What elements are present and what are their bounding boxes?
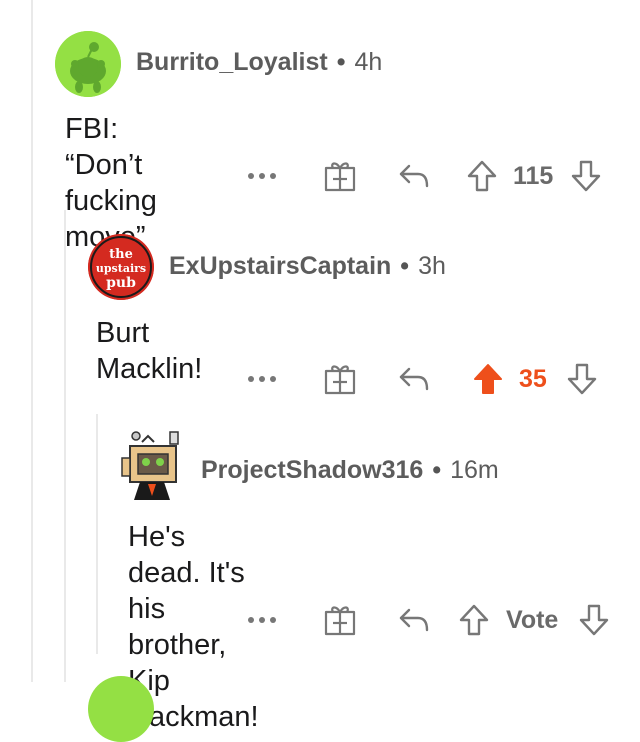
comment-meta: ProjectShadow316 • 16m xyxy=(201,456,499,485)
award-button[interactable] xyxy=(320,359,360,399)
upvote-arrow-icon xyxy=(459,604,489,636)
upvote-arrow-filled-icon xyxy=(474,364,502,394)
score: 35 xyxy=(519,365,547,393)
vote-label: Vote xyxy=(506,606,559,634)
meta-separator: • xyxy=(400,252,410,280)
gift-icon xyxy=(324,162,356,192)
comment-meta: ExUpstairsCaptain • 3h xyxy=(169,252,446,281)
downvote-arrow-icon xyxy=(567,363,597,395)
more-options-button[interactable] xyxy=(240,600,284,640)
more-dots-icon xyxy=(248,173,276,179)
upstairs-pub-avatar-icon[interactable]: the upstairs pub xyxy=(88,234,154,300)
meta-separator: • xyxy=(336,48,346,76)
timestamp: 3h xyxy=(418,252,446,280)
more-options-button[interactable] xyxy=(240,359,284,399)
reply-arrow-icon xyxy=(399,608,429,632)
score: 115 xyxy=(513,162,554,190)
downvote-arrow-icon xyxy=(571,160,601,192)
upvote-button[interactable] xyxy=(456,600,492,640)
thread-line-root[interactable] xyxy=(31,0,33,682)
reply-button[interactable] xyxy=(394,600,434,640)
comment-actions: Vote xyxy=(0,600,640,640)
username[interactable]: ExUpstairsCaptain xyxy=(169,252,391,281)
reply-button[interactable] xyxy=(394,156,434,196)
upvote-button-active[interactable] xyxy=(470,359,506,399)
award-button[interactable] xyxy=(320,600,360,640)
avatar-text-pub: pub xyxy=(106,275,136,291)
meta-separator: • xyxy=(432,456,442,484)
downvote-arrow-icon xyxy=(579,604,609,636)
downvote-button[interactable] xyxy=(576,600,612,640)
reply-arrow-icon xyxy=(399,164,429,188)
timestamp: 16m xyxy=(450,456,499,484)
upvote-button[interactable] xyxy=(464,156,500,196)
username[interactable]: ProjectShadow316 xyxy=(201,456,423,485)
downvote-button[interactable] xyxy=(564,359,600,399)
upvote-arrow-icon xyxy=(467,160,497,192)
robot-avatar-icon[interactable] xyxy=(120,428,184,504)
avatar-text-the: the xyxy=(109,247,133,262)
more-dots-icon xyxy=(248,376,276,382)
reply-button[interactable] xyxy=(394,359,434,399)
comment-actions: 115 xyxy=(0,156,640,196)
gift-icon xyxy=(324,606,356,636)
gift-icon xyxy=(324,365,356,395)
snoo-avatar-icon[interactable] xyxy=(55,31,121,97)
next-comment-avatar-icon[interactable] xyxy=(88,676,154,742)
timestamp: 4h xyxy=(354,48,383,76)
award-button[interactable] xyxy=(320,156,360,196)
username[interactable]: Burrito_Loyalist xyxy=(136,48,328,77)
more-options-button[interactable] xyxy=(240,156,284,196)
reply-arrow-icon xyxy=(399,367,429,391)
more-dots-icon xyxy=(248,617,276,623)
avatar-text-upstairs: upstairs xyxy=(96,262,146,275)
downvote-button[interactable] xyxy=(568,156,604,196)
comment-actions: 35 xyxy=(0,359,640,399)
comment-meta: Burrito_Loyalist • 4h xyxy=(136,48,382,77)
